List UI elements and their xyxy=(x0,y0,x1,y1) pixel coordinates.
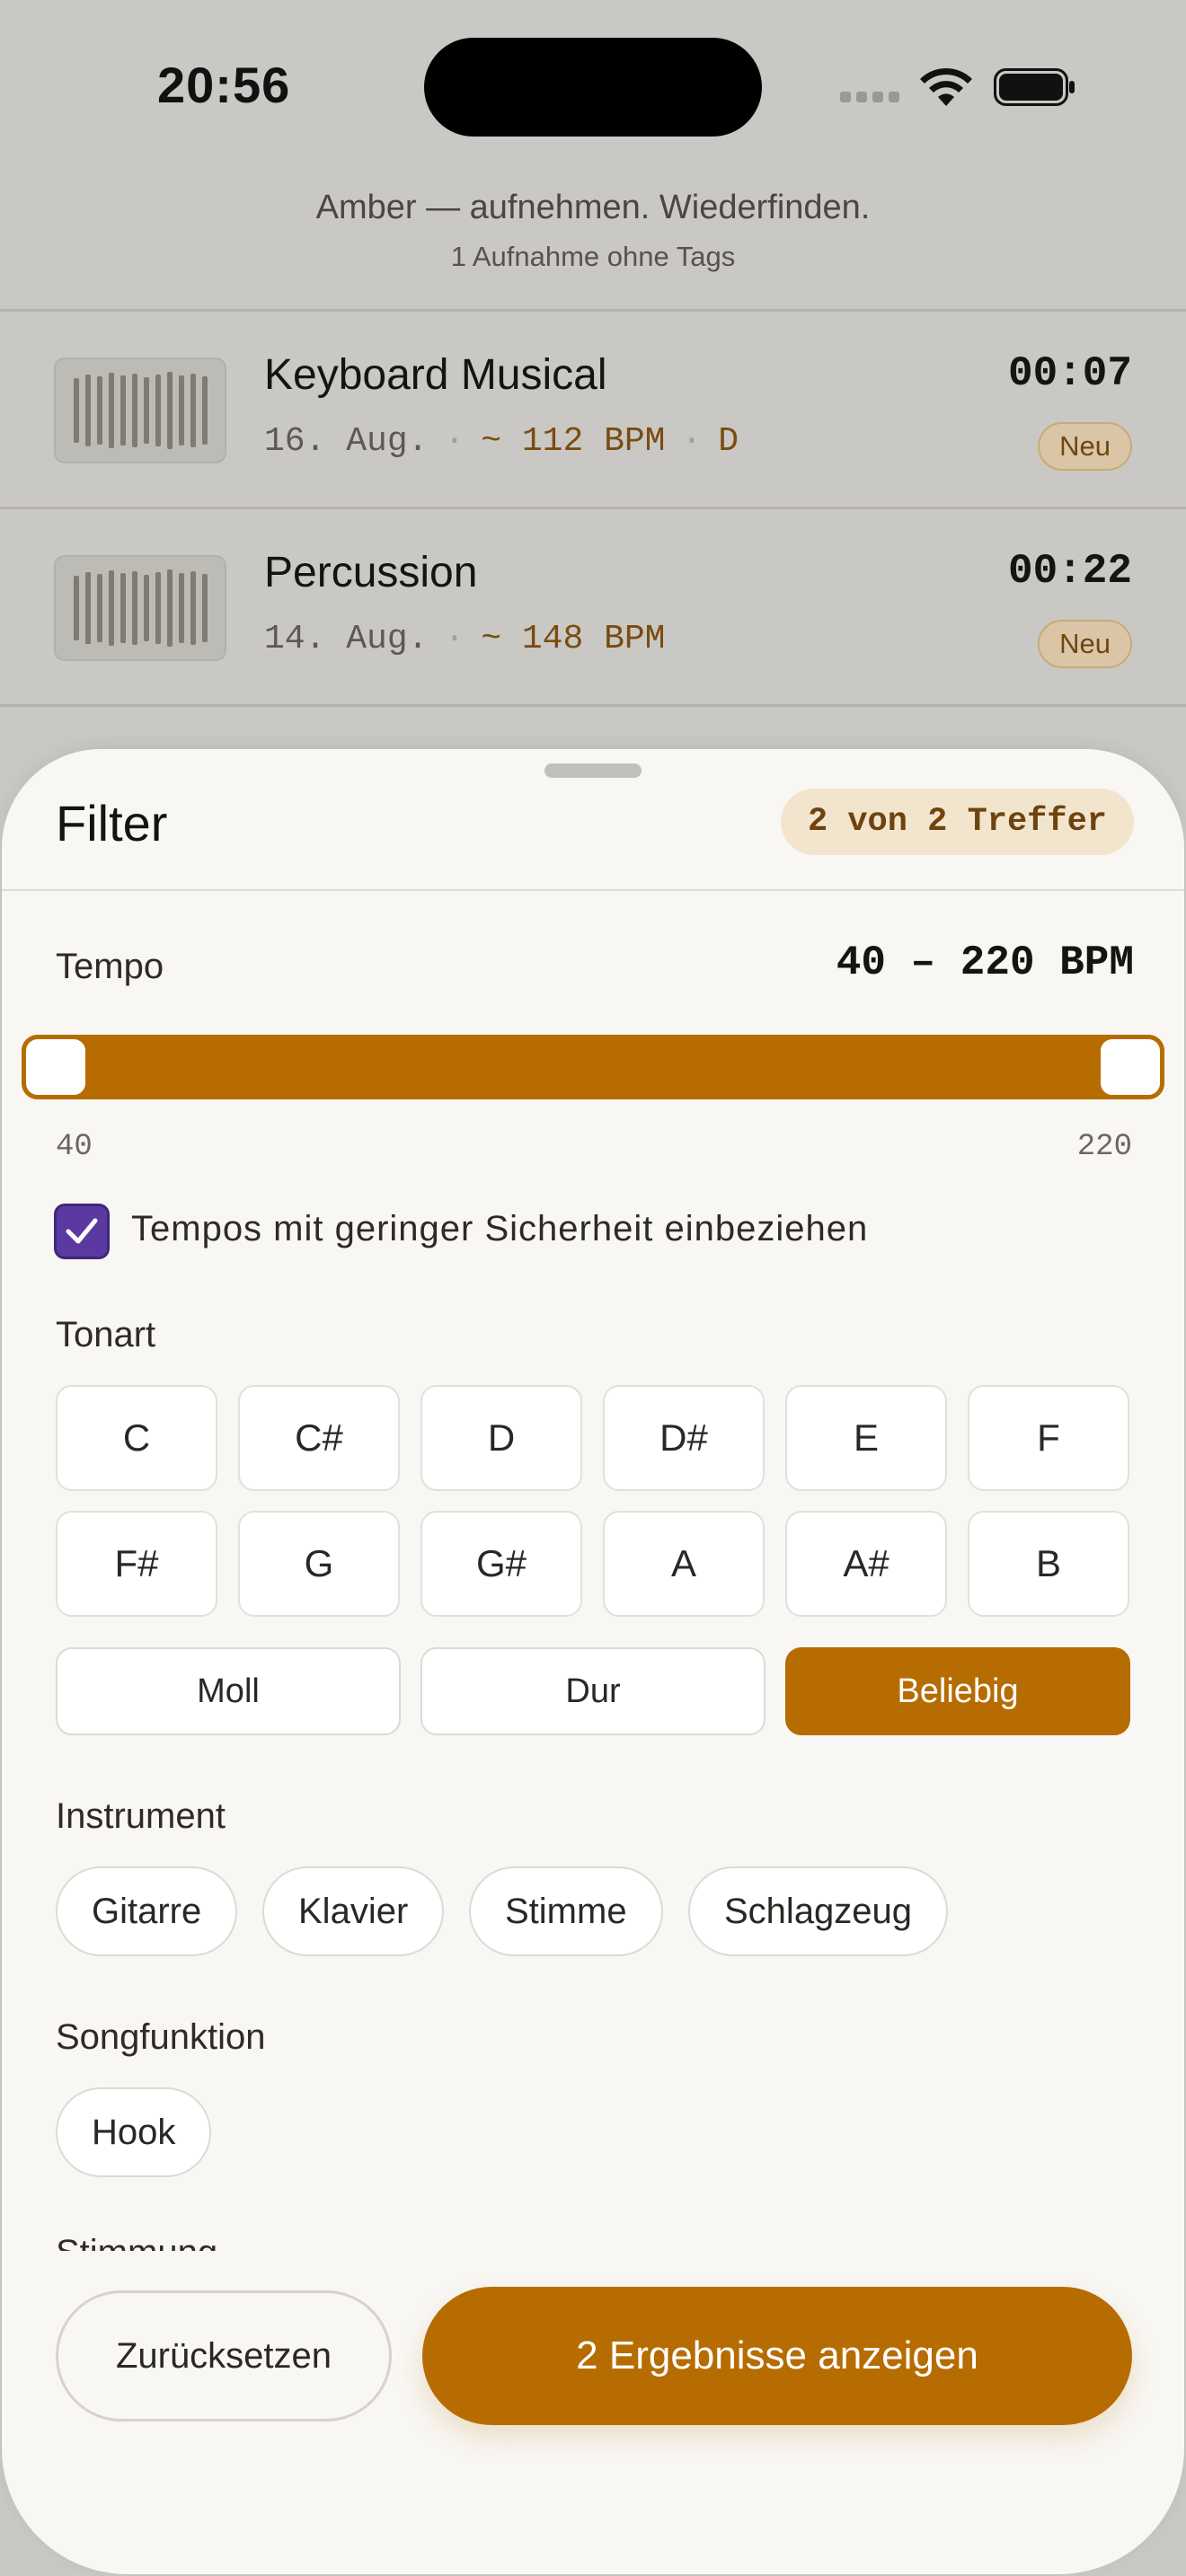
key-button[interactable]: F# xyxy=(56,1511,217,1617)
key-button[interactable]: C# xyxy=(238,1385,400,1491)
key-button[interactable]: G xyxy=(238,1511,400,1617)
key-button[interactable]: D# xyxy=(603,1385,765,1491)
mode-major-button[interactable]: Dur xyxy=(420,1647,766,1735)
reset-button[interactable]: Zurücksetzen xyxy=(56,2290,392,2422)
tempo-slider-max-handle[interactable] xyxy=(1096,1035,1164,1099)
waveform-thumbnail xyxy=(54,555,226,661)
key-button[interactable]: C xyxy=(56,1385,217,1491)
new-badge: Neu xyxy=(1038,422,1132,471)
mode-any-button[interactable]: Beliebig xyxy=(785,1647,1130,1735)
recording-date: 14. Aug. xyxy=(264,620,429,658)
recording-key: D xyxy=(718,422,739,461)
key-button[interactable]: A xyxy=(603,1511,765,1617)
recording-meta: 14. Aug. · ~ 148 BPM xyxy=(264,620,665,658)
recording-title: Percussion xyxy=(264,549,478,596)
recording-date: 16. Aug. xyxy=(264,422,429,461)
waveform-thumbnail xyxy=(54,357,226,463)
filter-sheet: Filter 2 von 2 Treffer Tempo 40 – 220 BP… xyxy=(2,749,1184,2574)
new-badge: Neu xyxy=(1038,620,1132,668)
low-confidence-label[interactable]: Tempos mit geringer Sicherheit einbezieh… xyxy=(131,1209,868,1249)
match-count-badge: 2 von 2 Treffer xyxy=(780,789,1134,855)
low-confidence-checkbox[interactable] xyxy=(54,1204,110,1259)
recording-bpm: ~ 148 BPM xyxy=(481,620,666,658)
key-button[interactable]: A# xyxy=(785,1511,947,1617)
key-button[interactable]: E xyxy=(785,1385,947,1491)
tempo-range-value: 40 – 220 BPM xyxy=(836,940,1134,986)
instrument-chip-piano[interactable]: Klavier xyxy=(262,1866,445,1956)
tempo-label: Tempo xyxy=(56,947,164,986)
instrument-chip-drums[interactable]: Schlagzeug xyxy=(688,1866,949,1956)
tempo-slider-min-handle[interactable] xyxy=(22,1035,90,1099)
key-label: Tonart xyxy=(56,1315,156,1354)
tempo-max-label: 220 xyxy=(1076,1130,1132,1164)
separator-dot: · xyxy=(444,620,465,658)
dynamic-island xyxy=(424,38,762,137)
divider xyxy=(2,889,1184,891)
recording-row[interactable]: Percussion 14. Aug. · ~ 148 BPM 00:22 Neu xyxy=(0,508,1186,704)
recording-meta: 16. Aug. · ~ 112 BPM · D xyxy=(264,422,739,461)
cellular-signal-icon xyxy=(840,92,899,102)
recording-duration: 00:07 xyxy=(1007,350,1132,397)
recording-duration: 00:22 xyxy=(1007,548,1132,595)
divider xyxy=(0,704,1186,707)
recording-row[interactable]: Keyboard Musical 16. Aug. · ~ 112 BPM · D 00… xyxy=(0,311,1186,507)
instrument-chip-voice[interactable]: Stimme xyxy=(469,1866,663,1956)
sheet-title: Filter xyxy=(56,795,168,851)
key-button[interactable]: D xyxy=(420,1385,582,1491)
tempo-min-label: 40 xyxy=(56,1130,93,1164)
recording-bpm: ~ 112 BPM xyxy=(481,422,666,461)
app-tagline: Amber — aufnehmen. Wiederfinden. xyxy=(315,189,871,226)
key-button[interactable]: G# xyxy=(420,1511,582,1617)
key-button[interactable]: F xyxy=(968,1385,1129,1491)
key-button[interactable]: B xyxy=(968,1511,1129,1617)
wifi-icon xyxy=(920,67,972,106)
next-section-label: Stimmung xyxy=(56,2235,217,2251)
untagged-recordings-note[interactable]: 1 Aufnahme ohne Tags xyxy=(0,241,1186,273)
separator-dot: · xyxy=(681,422,703,461)
song-function-label: Songfunktion xyxy=(56,2017,266,2057)
instrument-label: Instrument xyxy=(56,1796,226,1836)
battery-icon xyxy=(994,68,1075,106)
separator-dot: · xyxy=(444,422,465,461)
tempo-slider-track[interactable] xyxy=(22,1035,1164,1099)
instrument-chip-guitar[interactable]: Gitarre xyxy=(56,1866,238,1956)
song-function-chip-hook[interactable]: Hook xyxy=(56,2087,212,2177)
status-time: 20:56 xyxy=(157,57,291,113)
sheet-grabber[interactable] xyxy=(544,763,642,778)
show-results-button[interactable]: 2 Ergebnisse anzeigen xyxy=(422,2287,1132,2425)
recording-title: Keyboard Musical xyxy=(264,351,607,399)
mode-minor-button[interactable]: Moll xyxy=(56,1647,401,1735)
checkmark-icon xyxy=(66,1218,98,1244)
